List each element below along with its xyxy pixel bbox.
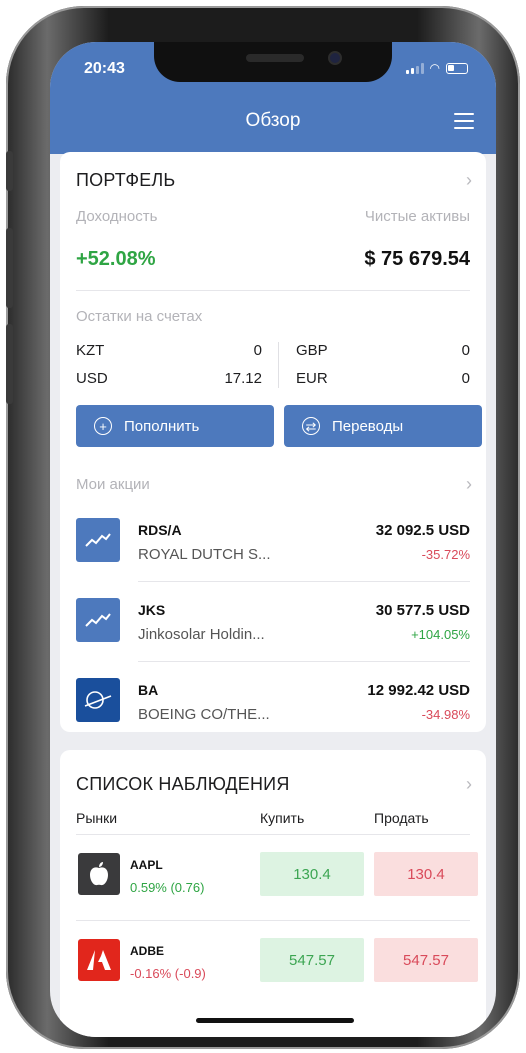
sell-price-button[interactable]: 547.57 [374, 938, 478, 982]
net-assets-label: Чистые активы [364, 208, 470, 225]
net-assets-value: $ 75 679.54 [364, 248, 470, 270]
stock-change: -34.98% [421, 707, 470, 722]
profit-label: Доходность [76, 208, 158, 225]
portfolio-card: ПОРТФЕЛЬ › Доходность Чистые активы +52.… [60, 152, 486, 732]
mute-switch [6, 151, 13, 191]
portfolio-title[interactable]: ПОРТФЕЛЬ [76, 170, 175, 191]
balance-currency: GBP [296, 342, 328, 359]
stock-symbol: JKS [138, 602, 166, 618]
balance-separator [278, 342, 279, 388]
watchlist-title[interactable]: СПИСОК НАБЛЮДЕНИЯ [76, 774, 290, 795]
balance-currency: USD [76, 370, 108, 387]
transfers-label: Переводы [332, 417, 404, 435]
stock-value: 12 992.42 USD [367, 682, 470, 699]
app-screen: 20:43 ◠ Обзор ПОРТФЕЛЬ › Доходность Чист… [50, 42, 496, 1037]
adobe-logo-icon [78, 939, 120, 981]
divider [76, 290, 470, 291]
boeing-logo-icon [76, 678, 120, 722]
balance-currency: EUR [296, 370, 328, 387]
trend-chart-icon [76, 598, 120, 642]
volume-up-button [6, 228, 13, 308]
watchlist-chevron-icon[interactable]: › [466, 774, 472, 795]
watchlist-row[interactable]: AAPL 0.59% (0.76) 130.4 130.4 [60, 836, 486, 922]
watchlist-card: СПИСОК НАБЛЮДЕНИЯ › Рынки Купить Продать… [60, 750, 486, 1037]
transfer-circle-icon: ⇄ [302, 417, 320, 435]
wifi-icon: ◠ [429, 61, 440, 75]
balances-label: Остатки на счетах [76, 308, 203, 325]
profit-value: +52.08% [76, 248, 156, 270]
volume-down-button [6, 324, 13, 404]
sell-column-header: Продать [374, 810, 429, 826]
stock-change: -35.72% [421, 547, 470, 562]
stock-row[interactable]: BA BOEING CO/THE... 12 992.42 USD -34.98… [60, 662, 486, 742]
my-stocks-label[interactable]: Мои акции [76, 476, 150, 493]
transfers-button[interactable]: ⇄ Переводы [284, 405, 482, 447]
plus-circle-icon: + [94, 417, 112, 435]
balance-amount: 0 [253, 342, 262, 359]
stock-symbol: RDS/A [138, 522, 182, 538]
stock-value: 30 577.5 USD [375, 602, 470, 619]
camera [328, 51, 342, 65]
buy-column-header: Купить [260, 810, 305, 826]
stock-value: 32 092.5 USD [375, 522, 470, 539]
balance-currency: KZT [76, 342, 105, 359]
topup-button[interactable]: + Пополнить [76, 405, 274, 447]
apple-logo-icon [78, 853, 120, 895]
markets-column-header: Рынки [76, 810, 118, 826]
my-stocks-chevron-icon[interactable]: › [466, 474, 472, 495]
divider [76, 834, 470, 835]
stock-name: Jinkosolar Holdin... [138, 626, 265, 643]
sell-price-button[interactable]: 130.4 [374, 852, 478, 896]
speaker [246, 54, 304, 62]
divider [76, 920, 470, 921]
stock-row[interactable]: JKS Jinkosolar Holdin... 30 577.5 USD +1… [60, 582, 486, 662]
portfolio-chevron-icon[interactable]: › [466, 170, 472, 191]
notch [154, 42, 392, 82]
watchlist-change: -0.16% (-0.9) [130, 966, 206, 981]
signal-icon [405, 62, 424, 74]
status-time: 20:43 [84, 60, 125, 77]
app-header: 20:43 ◠ Обзор [50, 42, 496, 154]
watchlist-row[interactable]: ADBE -0.16% (-0.9) 547.57 547.57 [60, 922, 486, 1008]
buy-price-button[interactable]: 547.57 [260, 938, 364, 982]
status-icons: ◠ [405, 61, 468, 75]
stock-name: ROYAL DUTCH S... [138, 546, 271, 563]
stock-row[interactable]: RDS/A ROYAL DUTCH S... 32 092.5 USD -35.… [60, 502, 486, 582]
phone-frame: 20:43 ◠ Обзор ПОРТФЕЛЬ › Доходность Чист… [6, 6, 520, 1049]
balance-amount: 17.12 [224, 370, 262, 387]
watchlist-change: 0.59% (0.76) [130, 880, 205, 895]
page-title: Обзор [245, 110, 301, 131]
balance-amount: 0 [461, 370, 470, 387]
home-indicator[interactable] [196, 1018, 354, 1023]
stock-symbol: BA [138, 682, 159, 698]
stock-name: BOEING CO/THE... [138, 706, 270, 723]
topup-label: Пополнить [124, 417, 200, 435]
watchlist-symbol: AAPL [130, 858, 163, 872]
stock-change: +104.05% [411, 627, 470, 642]
trend-chart-icon [76, 518, 120, 562]
battery-icon [446, 62, 468, 74]
buy-price-button[interactable]: 130.4 [260, 852, 364, 896]
balance-amount: 0 [461, 342, 470, 359]
watchlist-symbol: ADBE [130, 944, 165, 958]
hamburger-icon[interactable] [454, 113, 474, 129]
